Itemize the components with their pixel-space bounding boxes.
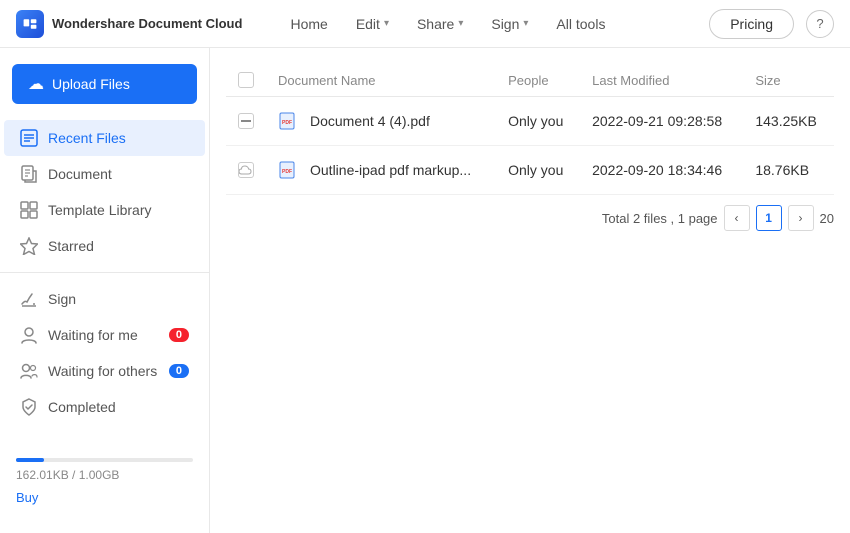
sign-chevron-icon: ▾: [523, 18, 528, 29]
recent-files-icon: [20, 129, 38, 147]
waiting-for-others-badge: 0: [169, 364, 189, 378]
sidebar-item-recent-files[interactable]: Recent Files: [4, 120, 205, 156]
row-checkbox-cell: [226, 97, 266, 146]
sidebar-item-document[interactable]: Document: [4, 156, 205, 192]
sidebar-item-label: Document: [48, 166, 112, 182]
size-header: Size: [743, 64, 834, 97]
pdf-file-icon: PDF: [278, 111, 298, 131]
sidebar-item-waiting-for-me[interactable]: Waiting for me 0: [4, 317, 205, 353]
sidebar-item-label: Completed: [48, 399, 116, 415]
row-checkbox[interactable]: [238, 113, 254, 129]
nav-sign[interactable]: Sign ▾: [479, 10, 540, 38]
file-name-content: PDF Outline-ipad pdf markup...: [278, 160, 484, 180]
sidebar-item-waiting-for-others[interactable]: Waiting for others 0: [4, 353, 205, 389]
edit-chevron-icon: ▾: [384, 18, 389, 29]
sidebar-item-label: Recent Files: [48, 130, 126, 146]
template-library-icon: [20, 201, 38, 219]
waiting-for-others-icon: [20, 362, 38, 380]
svg-text:PDF: PDF: [282, 120, 292, 126]
sidebar-item-template-library[interactable]: Template Library: [4, 192, 205, 228]
pagination-summary: Total 2 files , 1 page: [602, 211, 718, 226]
sidebar-item-label: Template Library: [48, 202, 152, 218]
storage-bar-fill: [16, 458, 44, 462]
row-checkbox[interactable]: [238, 162, 254, 178]
size-cell: 143.25KB: [743, 97, 834, 146]
select-all-header: [226, 64, 266, 97]
pdf-file-icon: PDF: [278, 160, 298, 180]
svg-text:PDF: PDF: [282, 169, 292, 175]
sidebar-divider: [0, 272, 209, 273]
file-name: Outline-ipad pdf markup...: [310, 162, 471, 178]
pagination-prev-button[interactable]: ‹: [724, 205, 750, 231]
top-navigation: Wondershare Document Cloud Home Edit ▾ S…: [0, 0, 850, 48]
sidebar-item-label: Sign: [48, 291, 76, 307]
document-icon: [20, 165, 38, 183]
upload-files-label: Upload Files: [52, 76, 130, 92]
nav-all-tools[interactable]: All tools: [544, 10, 617, 38]
select-all-checkbox[interactable]: [238, 72, 254, 88]
people-cell: Only you: [496, 97, 580, 146]
table-row[interactable]: PDF Outline-ipad pdf markup... Only you …: [226, 146, 834, 195]
upload-icon: ☁: [28, 74, 44, 94]
app-name: Wondershare Document Cloud: [52, 16, 242, 31]
upload-files-button[interactable]: ☁ Upload Files: [12, 64, 197, 104]
nav-right-actions: Pricing ?: [709, 9, 834, 39]
waiting-for-me-badge: 0: [169, 328, 189, 342]
sidebar-item-completed[interactable]: Completed: [4, 389, 205, 425]
document-name-header: Document Name: [266, 64, 496, 97]
file-table: Document Name People Last Modified Size: [226, 64, 834, 195]
last-modified-cell: 2022-09-21 09:28:58: [580, 97, 743, 146]
sidebar-item-sign[interactable]: Sign: [4, 281, 205, 317]
logo-area: Wondershare Document Cloud: [16, 10, 242, 38]
people-header: People: [496, 64, 580, 97]
sidebar-footer: 162.01KB / 1.00GB Buy: [0, 446, 209, 517]
app-logo-icon: [16, 10, 44, 38]
file-name: Document 4 (4).pdf: [310, 113, 430, 129]
file-name-cell: PDF Outline-ipad pdf markup...: [266, 146, 496, 195]
pagination-next-button[interactable]: ›: [788, 205, 814, 231]
file-name-cell: PDF Document 4 (4).pdf: [266, 97, 496, 146]
pagination-extra: 20: [820, 211, 834, 226]
file-name-content: PDF Document 4 (4).pdf: [278, 111, 484, 131]
main-content: Document Name People Last Modified Size: [210, 48, 850, 533]
last-modified-cell: 2022-09-20 18:34:46: [580, 146, 743, 195]
completed-icon: [20, 398, 38, 416]
last-modified-header: Last Modified: [580, 64, 743, 97]
storage-usage-text: 162.01KB / 1.00GB: [16, 468, 193, 482]
starred-icon: [20, 237, 38, 255]
sidebar-item-starred[interactable]: Starred: [4, 228, 205, 264]
row-checkbox-cell: [226, 146, 266, 195]
sidebar-item-label: Waiting for others: [48, 363, 157, 379]
main-layout: ☁ Upload Files Recent Files Document Tem…: [0, 48, 850, 533]
sidebar-item-label: Starred: [48, 238, 94, 254]
people-cell: Only you: [496, 146, 580, 195]
sidebar: ☁ Upload Files Recent Files Document Tem…: [0, 48, 210, 533]
storage-bar-background: [16, 458, 193, 462]
nav-home[interactable]: Home: [278, 10, 339, 38]
pagination-current-page[interactable]: 1: [756, 205, 782, 231]
table-row[interactable]: PDF Document 4 (4).pdf Only you 2022-09-…: [226, 97, 834, 146]
nav-share[interactable]: Share ▾: [405, 10, 475, 38]
nav-edit[interactable]: Edit ▾: [344, 10, 401, 38]
buy-button[interactable]: Buy: [16, 490, 193, 505]
help-button[interactable]: ?: [806, 10, 834, 38]
share-chevron-icon: ▾: [458, 18, 463, 29]
size-cell: 18.76KB: [743, 146, 834, 195]
sign-icon: [20, 290, 38, 308]
waiting-for-me-icon: [20, 326, 38, 344]
pagination-bar: Total 2 files , 1 page ‹ 1 › 20: [226, 195, 834, 231]
pricing-button[interactable]: Pricing: [709, 9, 794, 39]
nav-links: Home Edit ▾ Share ▾ Sign ▾ All tools: [278, 10, 689, 38]
sidebar-item-label: Waiting for me: [48, 327, 138, 343]
